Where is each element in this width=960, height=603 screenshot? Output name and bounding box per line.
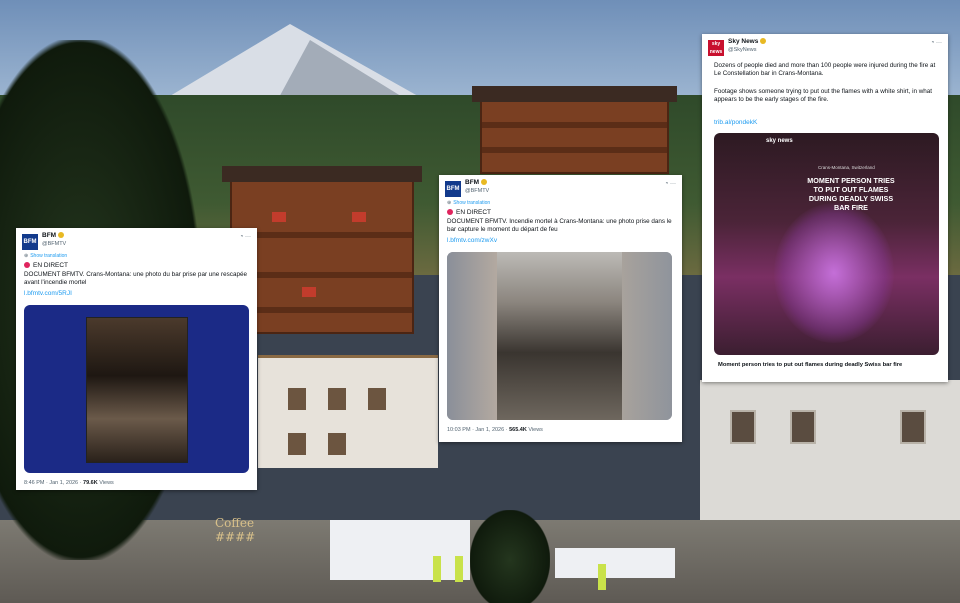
rescue-worker <box>455 556 463 582</box>
tweet-header: BFM BFM @BFMTV ◔ ··· <box>22 232 251 254</box>
red-circle-icon <box>24 262 30 269</box>
grok-icon[interactable]: ◔ <box>240 234 244 240</box>
avatar[interactable]: BFM <box>445 181 461 197</box>
blurred-edge <box>622 252 672 420</box>
chalet-left <box>222 166 422 334</box>
tweet-video[interactable]: sky news Crans-Montana, Switzerland MOME… <box>714 133 939 355</box>
tweet-text-1: Dozens of people died and more than 100 … <box>714 62 936 78</box>
globe-icon: ⊕ <box>24 253 29 259</box>
live-label: EN DIRECT <box>24 262 68 269</box>
white-tarp <box>330 520 470 580</box>
show-translation-link[interactable]: ⊕ Show translation <box>24 253 67 259</box>
more-options-icon[interactable]: ··· <box>670 181 676 187</box>
video-caption[interactable]: Moment person tries to put out flames du… <box>718 362 902 368</box>
tweet-text: DOCUMENT BFMTV. Incendie mortel à Crans-… <box>447 218 672 234</box>
tweet-text: DOCUMENT BFMTV. Crans-Montana: une photo… <box>24 271 247 287</box>
red-circle-icon <box>447 209 453 216</box>
grok-icon[interactable]: ◔ <box>931 40 935 46</box>
more-options-icon[interactable]: ··· <box>936 40 942 46</box>
fire-glow <box>774 203 894 343</box>
grok-icon[interactable]: ◔ <box>665 181 669 187</box>
blurred-edge <box>447 252 497 420</box>
tweet-card-bfm-1[interactable]: BFM BFM @BFMTV ◔ ··· ⊕ Show translation E… <box>16 228 257 490</box>
user-handle[interactable]: @BFMTV <box>465 188 489 194</box>
bar-sign: Coffee #### <box>215 516 256 544</box>
tweet-photo[interactable] <box>24 305 249 473</box>
tweet-link[interactable]: l.bfmtv.com/5RJI <box>24 290 72 297</box>
video-location: Crans-Montana, Switzerland <box>818 165 875 170</box>
tweet-card-skynews[interactable]: sky news Sky News @SkyNews ◔ ··· Dozens … <box>702 34 948 382</box>
display-name[interactable]: Sky News <box>728 38 767 45</box>
user-handle[interactable]: @BFMTV <box>42 241 66 247</box>
verified-badge-icon <box>760 38 767 45</box>
display-name[interactable]: BFM <box>42 232 65 239</box>
globe-icon: ⊕ <box>447 200 452 206</box>
video-headline: MOMENT PERSON TRIES TO PUT OUT FLAMES DU… <box>807 176 895 212</box>
live-label: EN DIRECT <box>447 209 491 216</box>
avatar[interactable]: BFM <box>22 234 38 250</box>
more-options-icon[interactable]: ··· <box>245 234 251 240</box>
tweet-meta: 10:03 PM · Jan 1, 2026 · 565.4K Views <box>447 427 543 433</box>
user-handle[interactable]: @SkyNews <box>728 47 757 53</box>
bar-interior-photo <box>497 252 622 420</box>
display-name[interactable]: BFM <box>465 179 488 186</box>
sky-news-logo: sky news <box>766 138 793 144</box>
rescue-worker <box>598 564 606 590</box>
tweet-header: sky news Sky News @SkyNews ◔ ··· <box>708 38 942 60</box>
tweet-header: BFM BFM @BFMTV ◔ ··· <box>445 179 676 201</box>
tweet-link[interactable]: trib.al/pondekK <box>714 119 757 126</box>
show-translation-link[interactable]: ⊕ Show translation <box>447 200 490 206</box>
avatar[interactable]: sky news <box>708 40 724 56</box>
verified-badge-icon <box>481 179 488 186</box>
verified-badge-icon <box>58 232 65 239</box>
white-tarp <box>555 548 675 578</box>
tweet-card-bfm-2[interactable]: BFM BFM @BFMTV ◔ ··· ⊕ Show translation E… <box>439 175 682 442</box>
chalet-right <box>472 86 677 174</box>
tweet-text-2: Footage shows someone trying to put out … <box>714 88 933 104</box>
tweet-photo[interactable] <box>447 252 672 420</box>
tweet-meta: 8:46 PM · Jan 1, 2026 · 79.6K Views <box>24 480 114 486</box>
tweet-link[interactable]: l.bfmtv.com/zwXv <box>447 237 497 244</box>
bar-photo <box>86 317 188 463</box>
white-building <box>258 355 438 468</box>
rescue-worker <box>433 556 441 582</box>
fir-tree <box>470 510 550 603</box>
